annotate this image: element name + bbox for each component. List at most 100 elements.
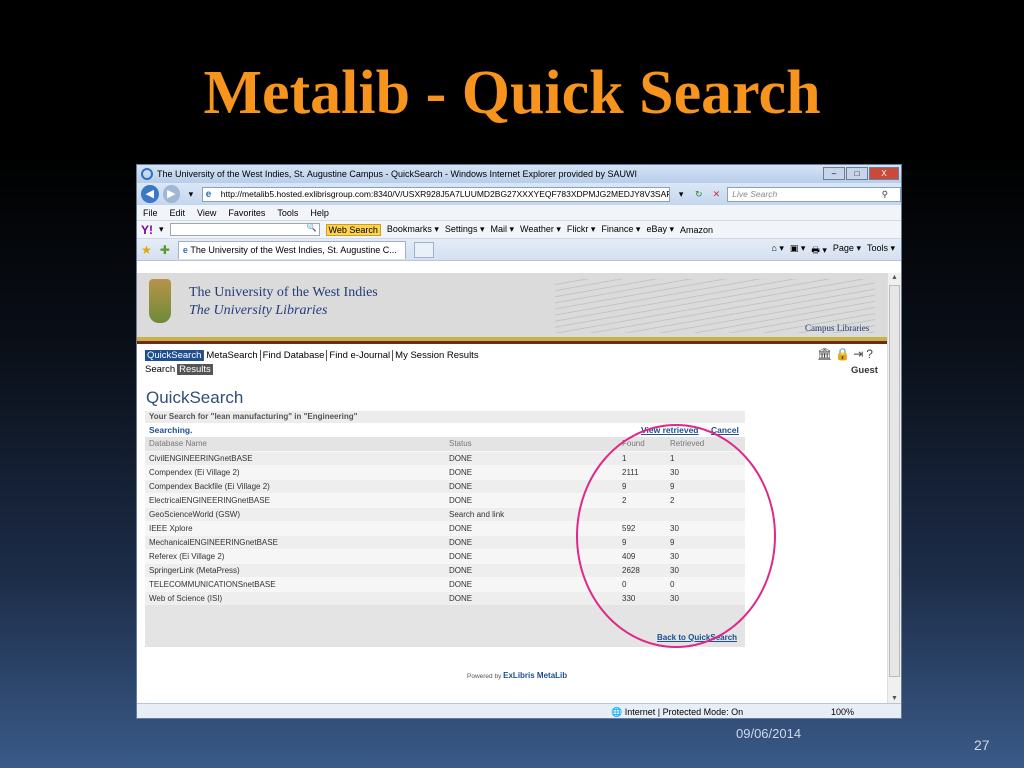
scroll-up-icon[interactable]: ▲ [891,274,898,281]
minimize-button[interactable]: – [823,167,845,180]
yahoo-toolbar: Y! ▾ Web Search Bookmarks ▾ Settings ▾ M… [137,221,901,239]
vertical-scrollbar[interactable]: ▲ ▼ [887,273,901,703]
back-button[interactable]: ◀ [141,185,159,203]
tab-bar: ★ ✚ e The University of the West Indies,… [137,239,901,261]
campus-libraries-label: Campus Libraries [805,323,870,333]
user-guest-label: Guest [851,365,878,376]
live-search-input[interactable]: Live Search ⚲ [727,186,901,202]
live-search-placeholder: Live Search [732,188,778,199]
page-heading: QuickSearch [146,388,244,407]
url-dropdown-icon[interactable]: ▾ [674,187,688,201]
slide-title: Metalib - Quick Search [203,59,821,127]
searching-label: Searching. [149,425,193,435]
browser-tab[interactable]: e The University of the West Indies, St.… [177,240,406,259]
cell-database: MechanicalENGINEERINGnetBASE [145,534,445,549]
university-name: The University of the West Indies [189,285,378,300]
home-button[interactable]: ⌂ ▾ [771,243,783,259]
web-search-button[interactable]: Web Search [325,223,381,236]
browser-window: The University of the West Indies, St. A… [136,164,902,719]
toolbar-mail[interactable]: Mail ▾ [490,224,514,235]
command-bar: ⌂ ▾ ▣ ▾ 🖶 ▾ Page ▾ Tools ▾ [771,243,895,259]
forward-button[interactable]: ▶ [162,185,181,203]
cell-database: ElectricalENGINEERINGnetBASE [145,492,445,507]
address-bar: ◀ ▶ ▾ http://metalib5.hosted.exlibrisgro… [137,183,901,205]
help-icon[interactable]: ? [866,347,873,361]
stop-icon[interactable]: ✕ [710,187,724,201]
toolbar-ebay[interactable]: eBay ▾ [646,224,674,235]
page-content: The University of the West Indies The Un… [137,273,888,703]
nav-session-results[interactable]: My Session Results [393,350,480,361]
cell-database: Compendex (Ei Village 2) [145,464,445,479]
yahoo-search-input[interactable] [169,223,320,236]
cell-database: TELECOMMUNICATIONSnetBASE [145,576,445,591]
menu-favorites[interactable]: Favorites [228,208,265,218]
add-favorites-icon[interactable]: ✚ [160,243,170,257]
university-crest-logo [149,279,171,323]
window-controls: – □ X [823,167,899,180]
cell-database: Compendex Backfile (Ei Village 2) [145,478,445,493]
subnav-results[interactable]: Results [177,364,213,375]
nav-metasearch[interactable]: MetaSearch [204,350,261,361]
toolbar-bookmarks[interactable]: Bookmarks ▾ [387,224,439,235]
menu-bar: File Edit View Favorites Tools Help [137,205,901,221]
menu-help[interactable]: Help [310,208,329,218]
zone-label: Internet | Protected Mode: On [624,706,744,717]
university-banner: The University of the West Indies The Un… [137,273,888,344]
feeds-button[interactable]: ▣ ▾ [790,243,806,259]
url-field[interactable]: http://metalib5.hosted.exlibrisgroup.com… [201,186,671,202]
toolbar-amazon[interactable]: Amazon [680,225,713,235]
new-tab-button[interactable] [413,241,434,258]
slide-date: 09/06/2014 [736,726,802,741]
main-nav: QuickSearch MetaSearch Find Database Fin… [145,350,481,361]
lock-icon[interactable]: 🔒 [835,347,850,361]
search-icon[interactable]: ⚲ [882,188,888,201]
print-button[interactable]: 🖶 ▾ [811,243,827,259]
tab-label: The University of the West Indies, St. A… [190,244,397,255]
nav-find-database[interactable]: Find Database [261,350,328,361]
menu-edit[interactable]: Edit [170,208,186,218]
user-icons: 🏛 🔒 ⇥ ? [817,347,873,361]
title-bar: The University of the West Indies, St. A… [137,165,901,183]
refresh-icon[interactable]: ↻ [692,187,706,201]
toolbar-finance[interactable]: Finance ▾ [601,224,640,235]
search-summary: Your Search for "lean manufacturing" in … [145,411,745,423]
scroll-down-icon[interactable]: ▼ [891,695,898,702]
close-button[interactable]: X [869,167,899,180]
yahoo-dropdown-icon[interactable]: ▾ [159,224,164,235]
menu-tools[interactable]: Tools [277,208,298,218]
powered-by-label: Powered by [467,673,502,680]
col-status: Status [449,439,472,449]
menu-file[interactable]: File [143,208,158,218]
yahoo-logo[interactable]: Y! [141,223,153,237]
slide-number: 27 [974,737,990,753]
exit-icon[interactable]: ⇥ [853,347,863,361]
ie-icon [141,168,153,180]
toolbar-flickr[interactable]: Flickr ▾ [567,224,596,235]
page-menu[interactable]: Page ▾ [833,243,861,259]
zoom-level[interactable]: 100% [831,707,854,717]
nav-find-ejournal[interactable]: Find e-Journal [327,350,394,361]
sub-nav: Search Results [145,364,213,375]
cell-database: IEEE Xplore [145,520,445,535]
subnav-search[interactable]: Search [145,364,175,375]
exlibris-logo: ExLibris MetaLib [503,671,568,680]
toolbar-weather[interactable]: Weather ▾ [520,224,561,235]
cell-database: SpringerLink (MetaPress) [145,562,445,577]
libraries-name: The University Libraries [189,303,328,318]
toolbar-settings[interactable]: Settings ▾ [445,224,485,235]
scroll-thumb[interactable] [889,285,900,677]
menu-view[interactable]: View [197,208,216,218]
maximize-button[interactable]: □ [846,167,868,180]
cell-database: Web of Science (ISI) [145,590,445,605]
status-bar: 🌐 Internet | Protected Mode: On 100% [137,703,901,718]
history-dropdown-icon[interactable]: ▾ [184,187,198,201]
cell-database: CivilENGINEERINGnetBASE [145,450,445,465]
powered-by: Powered by ExLibris MetaLib [467,671,567,680]
window-title: The University of the West Indies, St. A… [157,169,638,179]
library-icon[interactable]: 🏛 [817,347,832,361]
col-database: Database Name [149,439,207,449]
tools-menu[interactable]: Tools ▾ [867,243,895,259]
favorites-star-icon[interactable]: ★ [141,243,152,257]
nav-quicksearch[interactable]: QuickSearch [145,350,205,361]
security-zone: 🌐 Internet | Protected Mode: On [611,706,744,717]
